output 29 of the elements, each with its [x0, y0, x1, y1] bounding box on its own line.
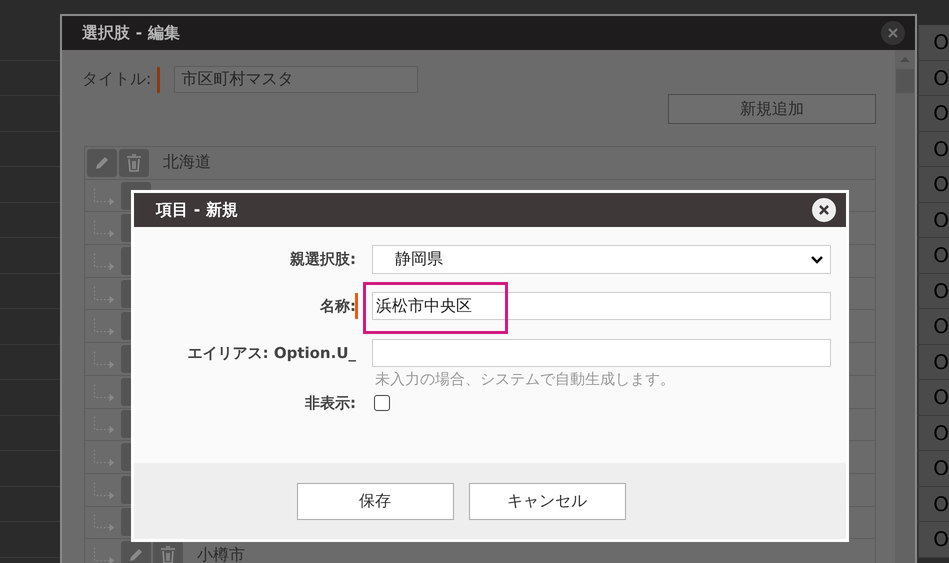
title-label: タイトル:	[82, 69, 152, 90]
field-label: 名称:	[320, 297, 356, 316]
text-field[interactable]: 浜松市中央区	[372, 292, 831, 320]
table-cell: O	[933, 385, 949, 410]
table-cell: O	[933, 456, 949, 480]
table-cell: O	[933, 243, 949, 268]
field-label: エイリアス: Option.U_	[188, 344, 356, 363]
table-cell: O	[933, 420, 949, 445]
dialog-title: 項目 - 新規	[156, 200, 238, 220]
dialog-title: 選択肢 - 編集	[82, 22, 180, 44]
table-cell: O	[933, 66, 949, 90]
field-hint: 未入力の場合、システムで自動生成します。	[375, 370, 676, 389]
table-cell: O	[933, 527, 949, 552]
table-cell: O	[933, 208, 949, 232]
cancel-button[interactable]: キャンセル	[468, 482, 626, 520]
tree-item-label: 北海道	[163, 152, 211, 174]
table-cell: O	[933, 492, 949, 516]
table-cell: O	[933, 136, 949, 161]
table-cell: O	[933, 101, 949, 126]
tree-item-label: 小樽市	[197, 544, 245, 563]
field-label: 非表示:	[305, 394, 356, 413]
field-label: 親選択肢:	[290, 250, 356, 269]
table-cell: O	[933, 350, 949, 374]
table-cell: O	[933, 30, 949, 54]
parent-select[interactable]: 静岡県	[372, 245, 831, 274]
table-cell: O	[933, 278, 949, 303]
table-cell: O	[933, 172, 949, 196]
save-button[interactable]: 保存	[296, 482, 454, 520]
table-cell: O	[933, 314, 949, 338]
